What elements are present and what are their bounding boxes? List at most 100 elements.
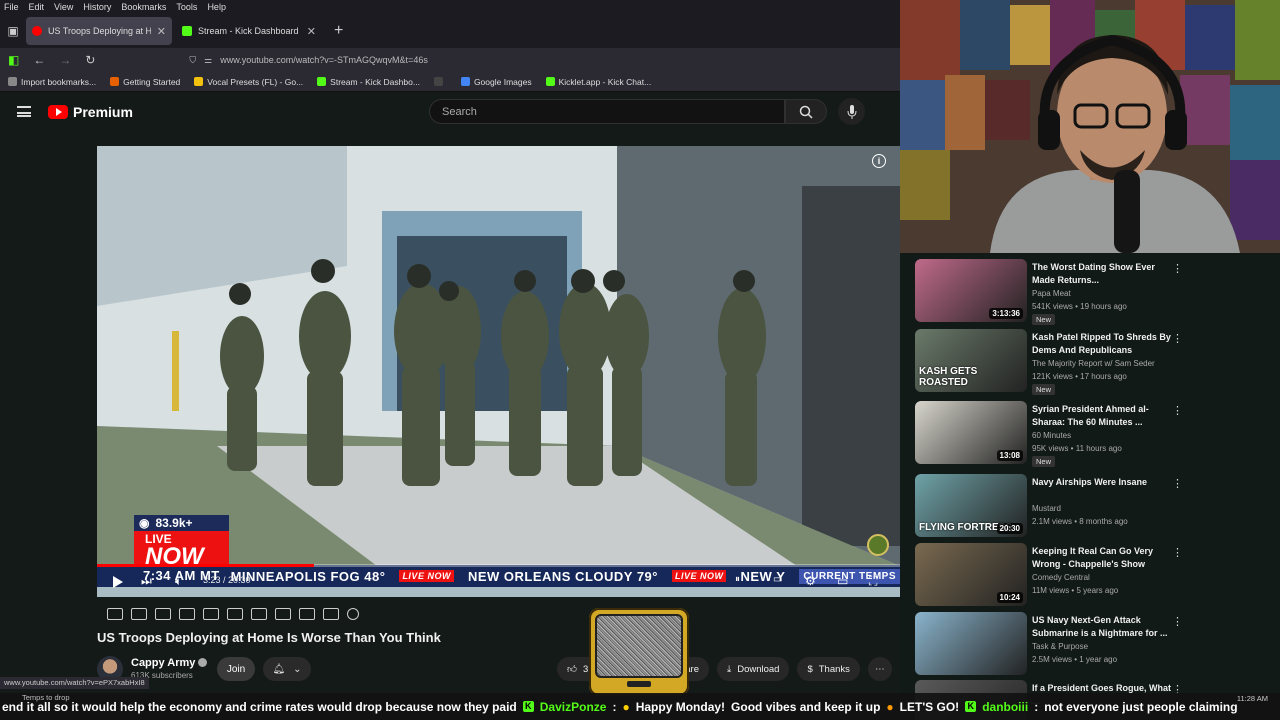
more-options-icon[interactable]: ⋮: [1172, 262, 1183, 275]
voice-search-button[interactable]: [838, 98, 865, 125]
bookmark-label: Stream - Kick Dashbo...: [330, 76, 420, 87]
reload-icon[interactable]: ↻: [85, 53, 95, 67]
fullscreen-icon[interactable]: ⛶: [869, 574, 877, 589]
menu-help[interactable]: Help: [207, 2, 226, 12]
menu-history[interactable]: History: [83, 2, 111, 12]
miniplayer-icon[interactable]: [203, 608, 219, 620]
youtube-logo[interactable]: Premium: [48, 104, 133, 120]
close-tab-icon[interactable]: ✕: [307, 25, 316, 38]
film-icon[interactable]: [179, 608, 195, 620]
bookmark-item[interactable]: Stream - Kick Dashbo...: [317, 77, 420, 87]
progress-bar[interactable]: [97, 564, 900, 567]
permissions-icon[interactable]: ⚌: [204, 55, 212, 66]
more-actions-button[interactable]: ⋯: [867, 657, 892, 681]
join-button[interactable]: Join: [217, 657, 255, 681]
search-button[interactable]: [785, 99, 827, 124]
menu-tools[interactable]: Tools: [176, 2, 197, 12]
captions-icon[interactable]: ▭: [773, 574, 782, 585]
search-input[interactable]: Search: [429, 99, 785, 124]
recommended-video[interactable]: KASH GETS ROASTED Kash Patel Ripped To Sh…: [915, 326, 1265, 395]
menu-file[interactable]: File: [4, 2, 19, 12]
forward-icon[interactable]: →: [59, 53, 71, 67]
recommended-video[interactable]: US Navy Next-Gen Attack Submarine is a N…: [915, 609, 1265, 675]
bookmark-item[interactable]: Getting Started: [110, 77, 180, 87]
broadcast-icon[interactable]: [131, 608, 147, 620]
kick-icon: K: [522, 701, 534, 712]
bookmark-item[interactable]: Kicklet.app - Kick Chat...: [545, 77, 651, 87]
volume-icon[interactable]: 🔈︎: [175, 574, 182, 589]
recommended-video[interactable]: 3:13:36 The Worst Dating Show Ever Made R…: [915, 256, 1265, 325]
video-thumbnail[interactable]: KASH GETS ROASTED: [915, 329, 1027, 392]
video-title[interactable]: US Navy Next-Gen Attack Submarine is a N…: [1032, 614, 1177, 640]
bookmark-item[interactable]: Google Images: [460, 77, 532, 87]
video-title[interactable]: The Worst Dating Show Ever Made Returns.…: [1032, 261, 1177, 287]
channel-name-row[interactable]: Cappy Army: [131, 657, 208, 669]
menu-bookmarks[interactable]: Bookmarks: [121, 2, 166, 12]
video-thumbnail[interactable]: 13:08: [915, 401, 1027, 464]
channel-name: Task & Purpose: [1032, 642, 1089, 651]
thanks-button[interactable]: $ Thanks: [797, 657, 860, 681]
menu-icon[interactable]: [17, 106, 31, 117]
video-thumbnail[interactable]: 3:13:36: [915, 259, 1027, 322]
keyboard-icon[interactable]: [323, 608, 339, 620]
bookmark-favicon-icon: [460, 77, 470, 86]
channel-watermark-icon[interactable]: [867, 534, 889, 556]
more-options-icon[interactable]: ⋮: [1172, 615, 1183, 628]
more-options-icon[interactable]: ⋮: [1172, 332, 1183, 345]
tab-youtube[interactable]: US Troops Deploying at Home ✕: [26, 17, 172, 45]
video-thumbnail[interactable]: [915, 612, 1027, 675]
gear-icon[interactable]: [347, 608, 359, 620]
channel-name[interactable]: Cappy Army: [131, 657, 195, 669]
video-thumbnail[interactable]: 10:24: [915, 543, 1027, 606]
video-title[interactable]: Syrian President Ahmed al-Sharaa: The 60…: [1032, 403, 1177, 429]
close-tab-icon[interactable]: ✕: [157, 25, 166, 38]
new-badge: New: [1032, 314, 1056, 325]
tab-overview-icon[interactable]: ▣: [0, 24, 26, 38]
sidebar-toggle-icon[interactable]: ◧: [8, 53, 19, 67]
video-title[interactable]: Keeping It Real Can Go Very Wrong - Chap…: [1032, 545, 1177, 571]
back-icon[interactable]: ←: [33, 53, 45, 67]
playlist-icon[interactable]: [155, 608, 171, 620]
bookmark-favicon-icon: [433, 77, 443, 86]
download-button[interactable]: ⤓ Download: [717, 657, 790, 681]
next-icon[interactable]: ⏭: [141, 574, 152, 589]
thumbs-up-icon: 👍︎: [567, 664, 577, 675]
menu-edit[interactable]: Edit: [29, 2, 45, 12]
more-options-icon[interactable]: ⋮: [1172, 404, 1183, 417]
add-icon[interactable]: [275, 608, 291, 620]
new-tab-button[interactable]: +: [326, 22, 351, 40]
bookmark-item[interactable]: Import bookmarks...: [8, 77, 96, 87]
menu-view[interactable]: View: [54, 2, 73, 12]
taskbar-hint: Temps to drop: [22, 693, 70, 702]
theater-mode-icon[interactable]: ▭: [837, 574, 848, 588]
video-title[interactable]: Navy Airships Were Insane: [1032, 476, 1177, 489]
more-options-icon[interactable]: ⋮: [1172, 477, 1183, 490]
notification-bell-button[interactable]: 🔔︎ ⌄: [263, 657, 311, 681]
chat-emote-icon: ●: [622, 699, 630, 714]
shield-icon[interactable]: ⛉: [189, 55, 196, 66]
video-title[interactable]: Kash Patel Ripped To Shreds By Dems And …: [1032, 331, 1177, 357]
play-icon[interactable]: [113, 576, 123, 588]
thanks-icon: $: [807, 663, 813, 675]
youtube-page: Premium Search i ◉ 83.9k+ LIVE NOW 7:34 …: [0, 92, 900, 720]
browser-menubar: File Edit View History Bookmarks Tools H…: [0, 0, 900, 14]
list-icon[interactable]: [227, 608, 243, 620]
video-thumbnail[interactable]: FLYING FORTRESS 20:30: [915, 474, 1027, 537]
video-player[interactable]: i ◉ 83.9k+ LIVE NOW 7:34 AM MT MINNEAPOL…: [97, 146, 900, 597]
tab-kick[interactable]: Stream - Kick Dashboard ✕: [176, 17, 322, 45]
info-icon[interactable]: i: [872, 154, 886, 168]
address-bar[interactable]: ⛉ ⚌ www.youtube.com/watch?v=-STmAGQwqvM&…: [189, 55, 427, 66]
camera-icon[interactable]: [299, 608, 315, 620]
recommended-video[interactable]: 10:24 Keeping It Real Can Go Very Wrong -…: [915, 540, 1265, 606]
bookmark-item[interactable]: [433, 77, 447, 86]
taskbar-clock: 11:28 AM: [1236, 694, 1268, 703]
recommended-video[interactable]: 13:08 Syrian President Ahmed al-Sharaa: T…: [915, 398, 1265, 467]
url-text[interactable]: www.youtube.com/watch?v=-STmAGQwqvM&t=46…: [220, 55, 428, 65]
bookmark-item[interactable]: Vocal Presets (FL) - Go...: [194, 77, 303, 87]
loop-icon[interactable]: [107, 608, 123, 620]
more-options-icon[interactable]: ⋮: [1172, 546, 1183, 559]
recommended-video[interactable]: FLYING FORTRESS 20:30 Navy Airships Were I…: [915, 471, 1265, 537]
autoplay-toggle[interactable]: ⏸: [735, 574, 740, 585]
speed-icon[interactable]: [251, 608, 267, 620]
settings-icon[interactable]: ⚙: [805, 574, 816, 588]
